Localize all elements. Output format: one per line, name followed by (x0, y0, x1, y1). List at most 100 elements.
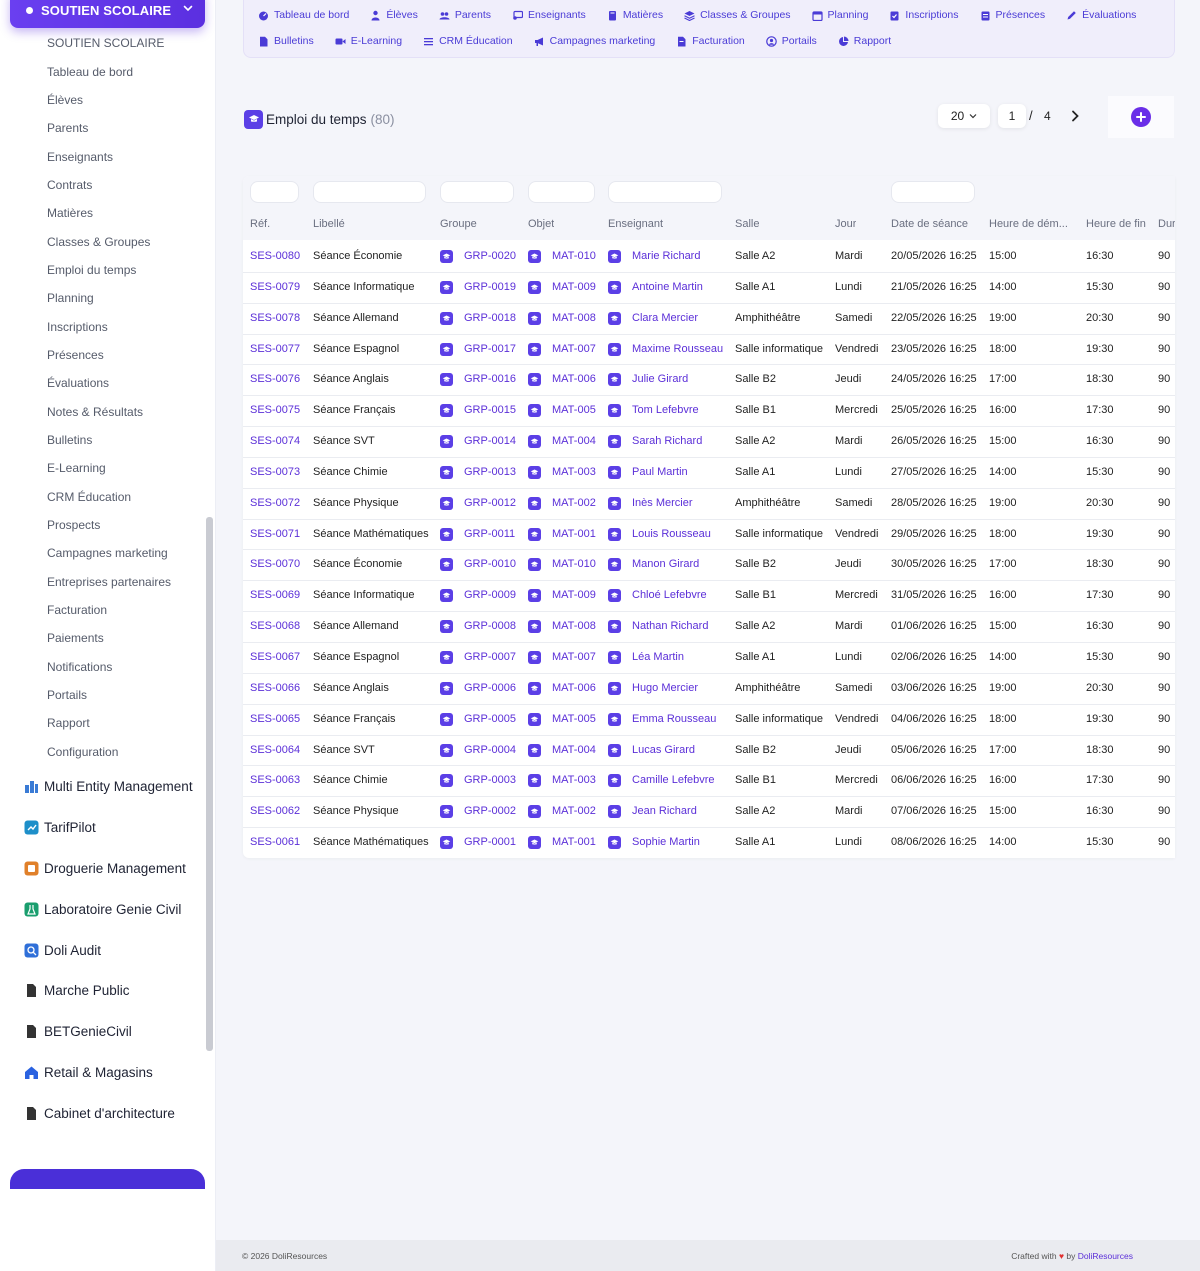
cell-ref[interactable]: SES-0074 (250, 435, 300, 447)
cell-groupe[interactable]: GRP-0014 (464, 435, 516, 447)
sidebar-item-parents[interactable]: Parents (0, 114, 205, 142)
cell-enseignant[interactable]: Jean Richard (632, 805, 697, 817)
cell-enseignant[interactable]: Tom Lefebvre (632, 404, 699, 416)
cell-enseignant[interactable]: Lucas Girard (632, 744, 695, 756)
cell-ref[interactable]: SES-0072 (250, 497, 300, 509)
column-header-heure-debut[interactable]: Heure de dém... (989, 218, 1073, 230)
cell-groupe[interactable]: GRP-0003 (464, 774, 516, 786)
table-row[interactable]: SES-0062 Séance Physique GRP-0002 MAT-002 Je… (243, 797, 1175, 829)
column-header-salle[interactable]: Salle (735, 218, 759, 230)
table-row[interactable]: SES-0063 Séance Chimie GRP-0003 MAT-003 Cami… (243, 766, 1175, 798)
cell-ref[interactable]: SES-0063 (250, 774, 300, 786)
column-header-date-seance[interactable]: Date de séance (891, 218, 968, 230)
sidebar-item-entreprises-partenaires[interactable]: Entreprises partenaires (0, 568, 205, 596)
cell-enseignant[interactable]: Maxime Rousseau (632, 343, 723, 355)
cell-ref[interactable]: SES-0079 (250, 281, 300, 293)
top-nav-crm-education[interactable]: CRM Éducation (423, 35, 513, 47)
cell-groupe[interactable]: GRP-0012 (464, 497, 516, 509)
sidebar-item-contrats[interactable]: Contrats (0, 171, 205, 199)
cell-enseignant[interactable]: Paul Martin (632, 466, 688, 478)
table-row[interactable]: SES-0075 Séance Français GRP-0015 MAT-005 To… (243, 396, 1175, 428)
top-nav-rapport[interactable]: Rapport (838, 35, 891, 47)
cell-groupe[interactable]: GRP-0020 (464, 250, 516, 262)
table-row[interactable]: SES-0078 Séance Allemand GRP-0018 MAT-008 Cl… (243, 304, 1175, 335)
cell-objet[interactable]: MAT-002 (552, 805, 596, 817)
top-nav-presences[interactable]: Présences (980, 9, 1045, 21)
cell-ref[interactable]: SES-0066 (250, 682, 300, 694)
cell-objet[interactable]: MAT-006 (552, 373, 596, 385)
top-nav-campagnes-marketing[interactable]: Campagnes marketing (534, 35, 655, 47)
top-nav-e-learning[interactable]: E-Learning (335, 35, 402, 47)
cell-enseignant[interactable]: Chloé Lefebvre (632, 589, 707, 601)
cell-groupe[interactable]: GRP-0015 (464, 404, 516, 416)
cell-objet[interactable]: MAT-005 (552, 404, 596, 416)
sidebar-module-marche-public[interactable]: Marche Public (0, 970, 205, 1011)
sidebar-item-paiements[interactable]: Paiements (0, 624, 205, 652)
cell-enseignant[interactable]: Manon Girard (632, 558, 699, 570)
cell-enseignant[interactable]: Léa Martin (632, 651, 684, 663)
column-header-objet[interactable]: Objet (528, 218, 554, 230)
add-record-button[interactable] (1108, 96, 1174, 138)
cell-enseignant[interactable]: Hugo Mercier (632, 682, 698, 694)
brand-link[interactable]: DoliResources (1078, 1251, 1133, 1261)
sidebar-scrollbar[interactable] (206, 517, 213, 1051)
sidebar-item-e-learning[interactable]: E-Learning (0, 454, 205, 482)
cell-objet[interactable]: MAT-001 (552, 836, 596, 848)
cell-enseignant[interactable]: Nathan Richard (632, 620, 708, 632)
cell-ref[interactable]: SES-0064 (250, 744, 300, 756)
sidebar-module-betgeniecivil[interactable]: BETGenieCivil (0, 1011, 205, 1052)
cell-enseignant[interactable]: Sophie Martin (632, 836, 700, 848)
sidebar-module-tarifpilot[interactable]: TarifPilot (0, 807, 205, 848)
sidebar-item-inscriptions[interactable]: Inscriptions (0, 312, 205, 340)
sidebar-item-enseignants[interactable]: Enseignants (0, 142, 205, 170)
cell-objet[interactable]: MAT-009 (552, 589, 596, 601)
table-row[interactable]: SES-0076 Séance Anglais GRP-0016 MAT-006 Jul… (243, 365, 1175, 397)
cell-ref[interactable]: SES-0075 (250, 404, 300, 416)
table-row[interactable]: SES-0072 Séance Physique GRP-0012 MAT-002 In… (243, 489, 1175, 520)
cell-objet[interactable]: MAT-001 (552, 528, 596, 540)
cell-ref[interactable]: SES-0068 (250, 620, 300, 632)
column-header-duree[interactable]: Dur (1158, 218, 1175, 230)
filter-ref-input[interactable] (250, 181, 299, 203)
cell-groupe[interactable]: GRP-0007 (464, 651, 516, 663)
table-row[interactable]: SES-0061 Séance Mathématiques GRP-0001 MAT-… (243, 828, 1175, 858)
cell-ref[interactable]: SES-0071 (250, 528, 300, 540)
sidebar-item-crm-education[interactable]: CRM Éducation (0, 483, 205, 511)
sidebar-item-eleves[interactable]: Élèves (0, 86, 205, 114)
cell-enseignant[interactable]: Camille Lefebvre (632, 774, 715, 786)
filter-libelle-input[interactable] (313, 181, 426, 203)
cell-enseignant[interactable]: Inès Mercier (632, 497, 693, 509)
sidebar-item-notes-resultats[interactable]: Notes & Résultats (0, 397, 205, 425)
sidebar-item-emploi-du-temps[interactable]: Emploi du temps (0, 256, 205, 284)
top-nav-tableau-de-bord[interactable]: Tableau de bord (258, 9, 349, 21)
sidebar-item-campagnes-marketing[interactable]: Campagnes marketing (0, 539, 205, 567)
filter-enseignant-input[interactable] (608, 181, 722, 203)
top-nav-matieres[interactable]: Matières (607, 9, 663, 21)
cell-groupe[interactable]: GRP-0019 (464, 281, 516, 293)
cell-groupe[interactable]: GRP-0004 (464, 744, 516, 756)
module-header-soutien-scolaire[interactable]: SOUTIEN SCOLAIRE (10, 0, 205, 28)
column-header-groupe[interactable]: Groupe (440, 218, 477, 230)
top-nav-bulletins[interactable]: Bulletins (258, 35, 314, 47)
top-nav-eleves[interactable]: Élèves (370, 9, 418, 21)
table-row[interactable]: SES-0073 Séance Chimie GRP-0013 MAT-003 Paul… (243, 458, 1175, 489)
sidebar-module-multi-entity-management[interactable]: Multi Entity Management (0, 766, 205, 807)
sidebar-module-droguerie-management[interactable]: Droguerie Management (0, 848, 205, 889)
sidebar-module-cabinet-d-architecture[interactable]: Cabinet d'architecture (0, 1093, 205, 1134)
top-nav-planning[interactable]: Planning (811, 9, 868, 21)
cell-ref[interactable]: SES-0073 (250, 466, 300, 478)
table-row[interactable]: SES-0071 Séance Mathématiques GRP-0011 MAT-… (243, 520, 1175, 551)
sidebar-module-doli-audit[interactable]: Doli Audit (0, 930, 205, 971)
cell-objet[interactable]: MAT-003 (552, 774, 596, 786)
cell-objet[interactable]: MAT-007 (552, 343, 596, 355)
table-row[interactable]: SES-0074 Séance SVT GRP-0014 MAT-004 Sarah R… (243, 427, 1175, 458)
sidebar-item-soutien-scolaire[interactable]: SOUTIEN SCOLAIRE (0, 29, 205, 57)
cell-objet[interactable]: MAT-004 (552, 435, 596, 447)
cell-groupe[interactable]: GRP-0018 (464, 312, 516, 324)
table-row[interactable]: SES-0067 Séance Espagnol GRP-0007 MAT-007 Lé… (243, 643, 1175, 674)
chevron-down-icon[interactable] (183, 3, 193, 13)
column-header-libelle[interactable]: Libellé (313, 218, 345, 230)
column-header-ref[interactable]: Réf. (250, 218, 270, 230)
cell-objet[interactable]: MAT-005 (552, 713, 596, 725)
sidebar-item-notifications[interactable]: Notifications (0, 653, 205, 681)
